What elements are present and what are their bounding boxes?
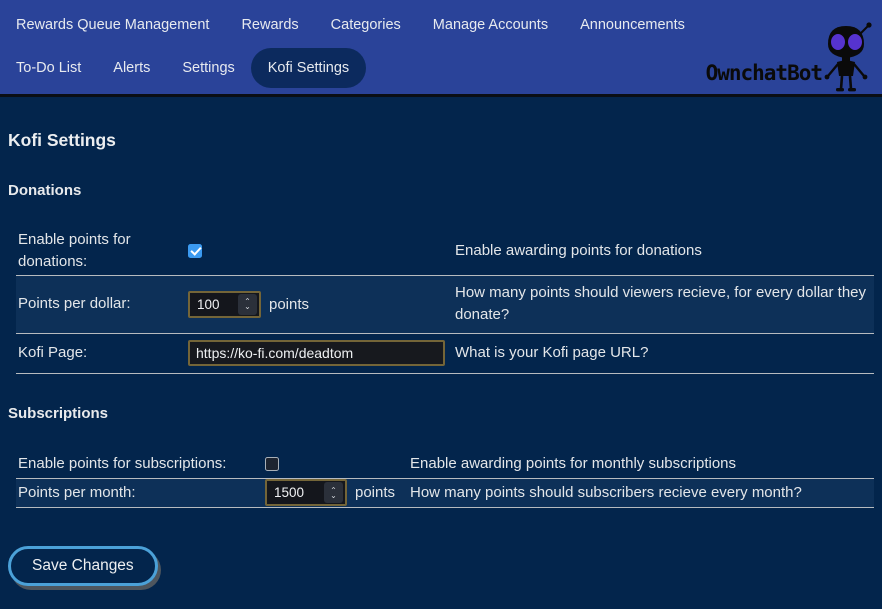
subscriptions-table: Enable points for subscriptions: Enable … xyxy=(16,450,874,508)
enable-donations-checkbox[interactable] xyxy=(188,244,202,258)
ownchatbot-logo: OwnchatBot xyxy=(706,22,876,99)
subscriptions-section-heading: Subscriptions xyxy=(8,405,874,422)
robot-mascot-icon xyxy=(818,22,876,99)
stepper-down-icon[interactable]: ⌄ xyxy=(330,493,337,498)
points-suffix: points xyxy=(355,484,395,501)
points-per-dollar-input[interactable]: 100 ⌃⌄ xyxy=(188,291,261,318)
kofi-page-description: What is your Kofi page URL? xyxy=(455,342,874,364)
points-per-month-input[interactable]: 1500 ⌃⌄ xyxy=(265,479,347,506)
enable-donations-description: Enable awarding points for donations xyxy=(455,240,874,262)
nav-tab-announcements[interactable]: Announcements xyxy=(564,7,701,43)
nav-tab-rewards[interactable]: Rewards xyxy=(225,7,314,43)
nav-tab-manage-accounts[interactable]: Manage Accounts xyxy=(417,7,564,43)
number-stepper-arrows[interactable]: ⌃⌄ xyxy=(238,294,257,315)
nav-tab-rewards-queue-management[interactable]: Rewards Queue Management xyxy=(0,7,225,43)
enable-subscriptions-description: Enable awarding points for monthly subsc… xyxy=(410,453,874,475)
table-row-kofi-page: Kofi Page: What is your Kofi page URL? xyxy=(16,334,874,374)
nav-tab-settings[interactable]: Settings xyxy=(166,50,250,86)
logo-wordmark: OwnchatBot xyxy=(706,61,822,85)
kofi-settings-page: Kofi Settings Donations Enable points fo… xyxy=(0,130,882,586)
enable-subscriptions-checkbox[interactable] xyxy=(265,457,279,471)
save-changes-button[interactable]: Save Changes xyxy=(8,546,158,586)
donations-table: Enable points for donations: Enable awar… xyxy=(16,227,874,374)
nav-tab-alerts[interactable]: Alerts xyxy=(97,50,166,86)
number-stepper-arrows[interactable]: ⌃⌄ xyxy=(324,482,343,503)
kofi-page-url-input[interactable] xyxy=(188,340,445,366)
enable-donations-label: Enable points for donations: xyxy=(16,227,188,275)
table-row-enable-donations: Enable points for donations: Enable awar… xyxy=(16,227,874,276)
points-suffix: points xyxy=(269,296,309,313)
table-row-points-per-dollar: Points per dollar: 100 ⌃⌄ points How man… xyxy=(16,276,874,334)
nav-tab-kofi-settings[interactable]: Kofi Settings xyxy=(251,48,366,88)
page-title: Kofi Settings xyxy=(8,130,874,151)
kofi-page-label: Kofi Page: xyxy=(16,340,188,366)
points-per-month-description: How many points should subscribers recie… xyxy=(410,482,874,504)
table-row-enable-subscriptions: Enable points for subscriptions: Enable … xyxy=(16,450,874,479)
nav-tab-todo-list[interactable]: To-Do List xyxy=(0,50,97,86)
donations-section-heading: Donations xyxy=(8,182,874,199)
nav-tab-categories[interactable]: Categories xyxy=(315,7,417,43)
points-per-month-label: Points per month: xyxy=(16,480,265,506)
points-per-dollar-label: Points per dollar: xyxy=(16,291,188,317)
navbar: Rewards Queue Management Rewards Categor… xyxy=(0,0,882,97)
points-per-dollar-description: How many points should viewers recieve, … xyxy=(455,282,874,326)
points-per-month-value: 1500 xyxy=(274,485,324,500)
stepper-down-icon[interactable]: ⌄ xyxy=(244,304,251,309)
points-per-dollar-value: 100 xyxy=(197,297,238,312)
enable-subscriptions-label: Enable points for subscriptions: xyxy=(16,451,265,477)
table-row-points-per-month: Points per month: 1500 ⌃⌄ points How man… xyxy=(16,479,874,508)
